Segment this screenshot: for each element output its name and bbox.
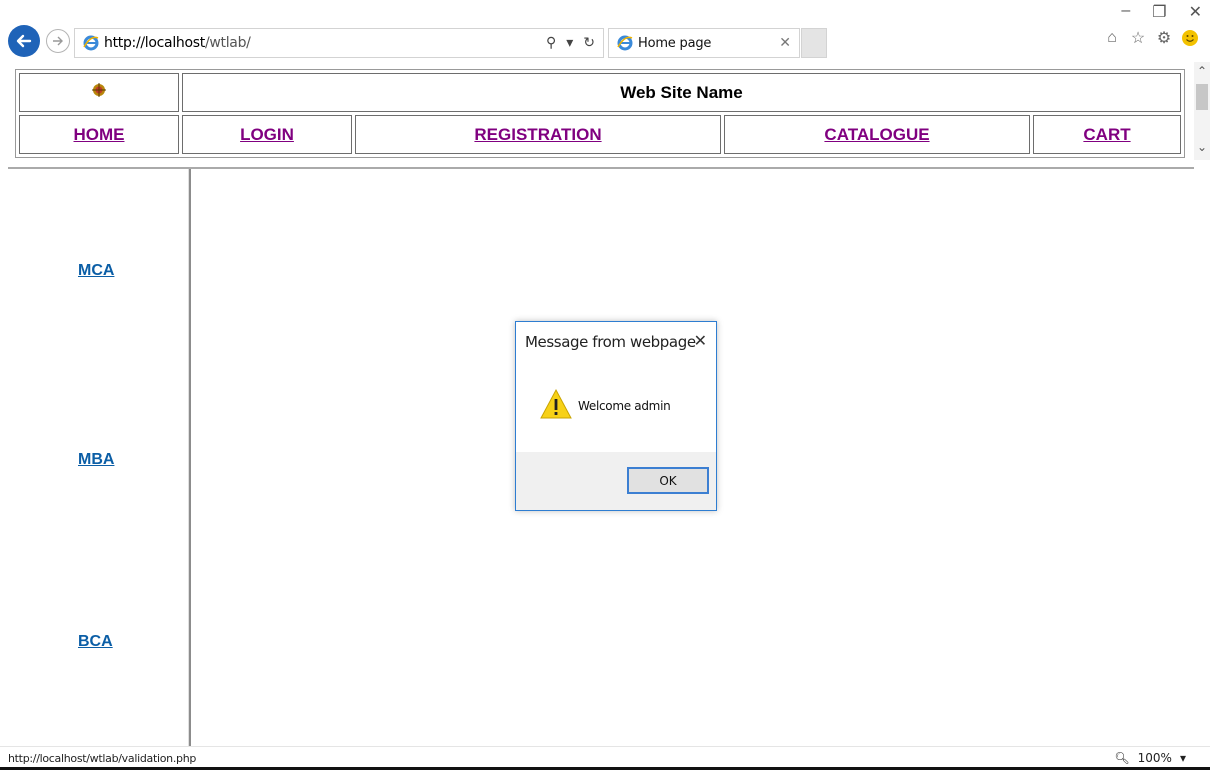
- back-arrow-icon: [16, 34, 32, 48]
- search-icon[interactable]: ⚲: [546, 34, 556, 51]
- tab-ie-logo-icon: [617, 35, 633, 51]
- nav-cell-cart: CART: [1033, 115, 1181, 154]
- site-name-cell: Web Site Name: [182, 73, 1181, 112]
- forward-button[interactable]: [46, 29, 70, 53]
- url-path: /wtlab/: [204, 35, 251, 51]
- site-logo-icon: [92, 83, 106, 97]
- address-actions: ⚲ ▾ ↻: [546, 34, 595, 51]
- forward-arrow-icon: [53, 36, 63, 46]
- url-host: http://localhost: [104, 35, 205, 51]
- scroll-down-icon[interactable]: ⌄: [1194, 138, 1210, 156]
- nav-registration-link[interactable]: REGISTRATION: [474, 125, 601, 144]
- zoom-icon: 🔍︎: [1114, 751, 1130, 765]
- status-url: http://localhost/wtlab/validation.php: [8, 752, 197, 765]
- nav-cell-catalogue: CATALOGUE: [724, 115, 1030, 154]
- nav-catalogue-link[interactable]: CATALOGUE: [824, 125, 929, 144]
- tab-close-icon[interactable]: ✕: [779, 34, 791, 51]
- new-tab-button[interactable]: [801, 28, 827, 58]
- status-bar: http://localhost/wtlab/validation.php 🔍︎…: [0, 746, 1210, 770]
- zoom-level: 100%: [1137, 751, 1172, 765]
- sidebar-item-mca[interactable]: MCA: [78, 262, 114, 280]
- logo-cell: [19, 73, 179, 112]
- alert-dialog: Message from webpage ✕ Welcome admin OK: [515, 321, 717, 511]
- ok-button[interactable]: OK: [627, 467, 709, 494]
- url-text: http://localhost/wtlab/: [104, 35, 251, 51]
- dropdown-icon[interactable]: ▾: [566, 34, 573, 51]
- smiley-svg: [1182, 30, 1198, 46]
- refresh-icon[interactable]: ↻: [583, 34, 595, 51]
- back-button[interactable]: [8, 25, 40, 57]
- scroll-up-icon[interactable]: ⌃: [1194, 62, 1210, 80]
- address-bar[interactable]: http://localhost/wtlab/ ⚲ ▾ ↻: [74, 28, 604, 58]
- zoom-dropdown-icon[interactable]: ▾: [1180, 751, 1186, 765]
- nav-login-link[interactable]: LOGIN: [240, 125, 294, 144]
- home-icon[interactable]: ⌂: [1102, 28, 1122, 48]
- favorites-star-icon[interactable]: ☆: [1128, 28, 1148, 48]
- browser-window: – ❐ ✕ http://localhost/wtlab/ ⚲ ▾ ↻ Home…: [0, 0, 1210, 770]
- smiley-feedback-icon[interactable]: [1180, 28, 1200, 48]
- left-frame: MCA MBA BCA: [0, 169, 189, 746]
- dialog-message: Welcome admin: [578, 399, 671, 413]
- nav-cell-registration: REGISTRATION: [355, 115, 721, 154]
- browser-toolbar: – ❐ ✕ http://localhost/wtlab/ ⚲ ▾ ↻ Home…: [0, 0, 1210, 62]
- sidebar-item-bca[interactable]: BCA: [78, 633, 113, 651]
- close-window-icon[interactable]: ✕: [1189, 2, 1202, 22]
- nav-cell-login: LOGIN: [182, 115, 352, 154]
- zoom-control[interactable]: 🔍︎ 100% ▾: [1114, 751, 1186, 765]
- dialog-title: Message from webpage: [525, 333, 696, 351]
- nav-cell-home: HOME: [19, 115, 179, 154]
- nav-home-link[interactable]: HOME: [74, 125, 125, 144]
- dialog-close-icon[interactable]: ✕: [694, 331, 707, 351]
- browser-right-icons: ⌂ ☆ ⚙: [1102, 28, 1200, 48]
- sidebar-item-mba[interactable]: MBA: [78, 451, 114, 469]
- scroll-thumb[interactable]: [1196, 84, 1208, 110]
- nav-cart-link[interactable]: CART: [1083, 125, 1130, 144]
- gear-icon[interactable]: ⚙: [1154, 28, 1174, 48]
- frame-divider[interactable]: [188, 169, 191, 746]
- warning-icon: [540, 388, 572, 419]
- tab-home-page[interactable]: Home page ✕: [608, 28, 800, 58]
- site-name: Web Site Name: [620, 82, 743, 102]
- header-scrollbar[interactable]: ⌃ ⌄: [1194, 62, 1210, 160]
- restore-icon[interactable]: ❐: [1152, 2, 1166, 22]
- minimize-icon[interactable]: –: [1121, 2, 1130, 22]
- dialog-footer: OK: [516, 452, 716, 510]
- header-table: Web Site Name HOME LOGIN REGISTRATION CA…: [15, 69, 1185, 158]
- tab-title: Home page: [638, 35, 712, 51]
- window-controls: – ❐ ✕: [1121, 2, 1202, 22]
- ie-logo-icon: [83, 35, 99, 51]
